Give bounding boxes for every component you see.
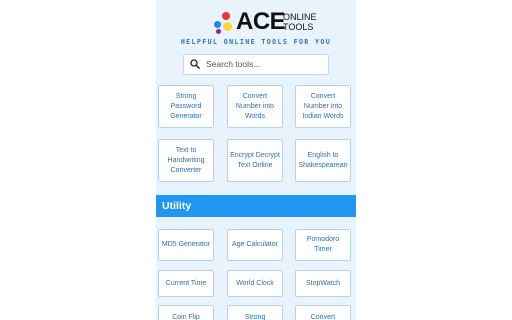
logo-subtitle: ONLINE TOOLS xyxy=(283,12,317,32)
tool-tile[interactable]: Current Time xyxy=(158,270,214,297)
section-title: Utility xyxy=(162,200,192,212)
tool-tile[interactable]: Encrypt Decrypt Text Online xyxy=(227,139,283,182)
logo-wordmark: ACE xyxy=(236,8,286,35)
tool-tile[interactable]: Strong xyxy=(227,305,283,320)
ace-logo[interactable]: ACE ONLINE TOOLS xyxy=(214,8,317,35)
search-input[interactable] xyxy=(206,57,321,71)
logo-dots-icon xyxy=(214,12,236,34)
section-header-utility: Utility xyxy=(156,195,356,217)
search-box[interactable] xyxy=(183,54,329,75)
tool-tile[interactable]: Coin Flip xyxy=(158,305,214,320)
tools-panel: ACE ONLINE TOOLS HELPFUL ONLINE TOOLS FOR… xyxy=(156,0,356,320)
tool-tile[interactable]: Strong Password Generator xyxy=(158,85,214,128)
tool-tile[interactable]: StopWatch xyxy=(295,270,351,297)
tool-tile[interactable]: Text to Handwriting Converter xyxy=(158,139,214,182)
tool-tile[interactable]: Pomodoro Timer xyxy=(295,229,351,261)
tool-tile[interactable]: World Clock xyxy=(227,270,283,297)
tagline: HELPFUL ONLINE TOOLS FOR YOU xyxy=(180,38,332,46)
tool-tile[interactable]: MD5 Generator xyxy=(158,229,214,261)
tool-tile[interactable]: Age Calculator xyxy=(227,229,283,261)
tool-tile[interactable]: Convert Number into Indian Words xyxy=(295,85,351,128)
tool-tile[interactable]: Convert Number into Words xyxy=(227,85,283,128)
tool-tile[interactable]: English to Shakespearean xyxy=(295,139,351,182)
tool-tile[interactable]: Convert xyxy=(295,305,351,320)
search-icon xyxy=(190,59,200,69)
